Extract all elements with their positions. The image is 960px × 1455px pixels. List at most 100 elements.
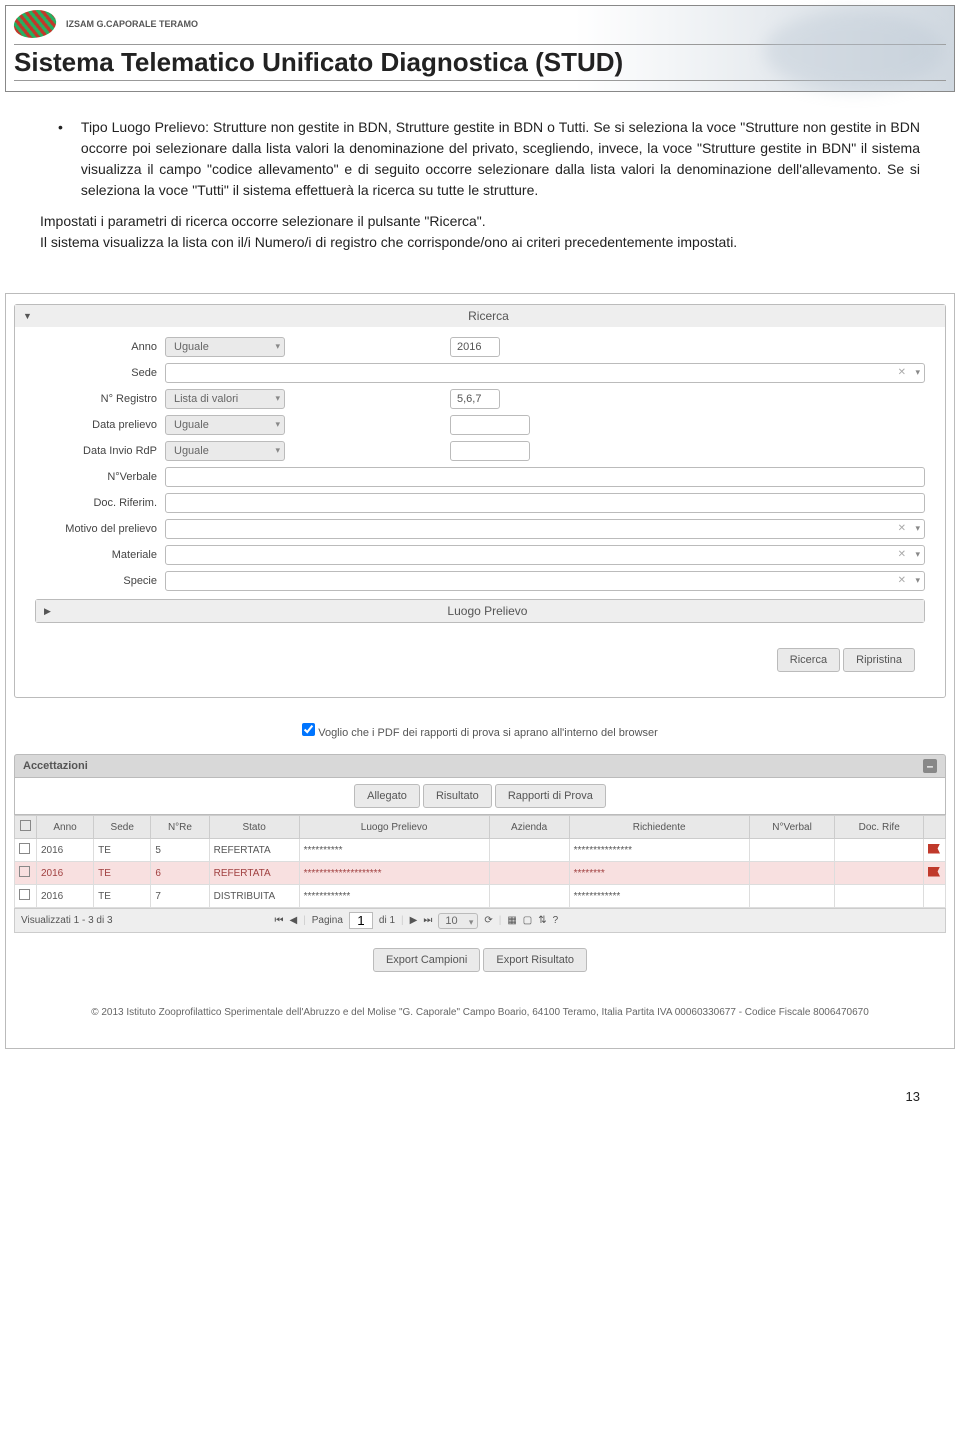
pager-refresh-icon[interactable]: ⟳ bbox=[484, 915, 492, 926]
bullet-item: • Tipo Luogo Prelievo: Strutture non ges… bbox=[40, 117, 920, 201]
col-sede[interactable]: Sede bbox=[94, 816, 151, 839]
pager-last-icon[interactable]: ⏭ bbox=[423, 915, 432, 926]
grid-header-row: Anno Sede N°Re Stato Luogo Prelievo Azie… bbox=[15, 816, 946, 839]
luogo-panel-title: Luogo Prelievo bbox=[59, 604, 916, 618]
bullet-dot: • bbox=[58, 117, 63, 201]
pager-next-icon[interactable]: ▶ bbox=[410, 915, 418, 926]
luogo-panel-header[interactable]: ▶ Luogo Prelievo bbox=[36, 600, 924, 622]
col-rich[interactable]: Richiedente bbox=[569, 816, 749, 839]
label-datap: Data prelievo bbox=[35, 419, 165, 431]
pager-pagesize[interactable]: 10 bbox=[438, 913, 478, 929]
row-checkbox[interactable] bbox=[19, 843, 30, 854]
header-bg-decor bbox=[764, 11, 944, 91]
ricerca-button[interactable]: Ricerca bbox=[777, 648, 840, 672]
grid-table: Anno Sede N°Re Stato Luogo Prelievo Azie… bbox=[14, 815, 946, 908]
paragraph-1: Impostati i parametri di ricerca occorre… bbox=[40, 211, 920, 232]
row-motivo: Motivo del prelievo ✕ ▾ bbox=[35, 519, 925, 539]
grid-header: Accettazioni – bbox=[14, 754, 946, 778]
pager-help-icon[interactable]: ? bbox=[553, 915, 559, 926]
pager-first-icon[interactable]: ⏮ bbox=[274, 915, 283, 926]
col-nreg[interactable]: N°Re bbox=[151, 816, 209, 839]
clear-icon[interactable]: ✕ bbox=[898, 367, 906, 378]
body-text: • Tipo Luogo Prelievo: Strutture non ges… bbox=[0, 97, 960, 273]
export-row: Export Campioni Export Risultato bbox=[14, 933, 946, 987]
input-doc[interactable] bbox=[165, 493, 925, 513]
pager-prev-icon[interactable]: ◀ bbox=[289, 915, 297, 926]
cell-luogo: ******************** bbox=[299, 862, 489, 885]
cell-sede: TE bbox=[94, 862, 151, 885]
col-luogo[interactable]: Luogo Prelievo bbox=[299, 816, 489, 839]
op-datai[interactable]: Uguale bbox=[165, 441, 285, 461]
label-doc: Doc. Riferim. bbox=[35, 497, 165, 509]
grid-toolbar: Allegato Risultato Rapporti di Prova bbox=[14, 778, 946, 815]
pager-vis: Visualizzati 1 - 3 di 3 bbox=[21, 915, 113, 926]
col-stato[interactable]: Stato bbox=[209, 816, 299, 839]
label-datai: Data Invio RdP bbox=[35, 445, 165, 457]
risultato-button[interactable]: Risultato bbox=[423, 784, 492, 808]
grid: Accettazioni – Allegato Risultato Rappor… bbox=[14, 754, 946, 933]
search-buttons: Ricerca Ripristina bbox=[35, 633, 925, 687]
ripristina-button[interactable]: Ripristina bbox=[843, 648, 915, 672]
collapse-icon[interactable]: – bbox=[923, 759, 937, 773]
chevron-down-icon[interactable]: ▾ bbox=[915, 367, 920, 378]
col-checkbox[interactable] bbox=[15, 816, 37, 839]
row-nreg: N° Registro Lista di valori 5,6,7 bbox=[35, 389, 925, 409]
col-nverb[interactable]: N°Verbal bbox=[749, 816, 835, 839]
col-azienda[interactable]: Azienda bbox=[489, 816, 569, 839]
input-motivo[interactable]: ✕ ▾ bbox=[165, 519, 925, 539]
table-row[interactable]: 2016TE5REFERTATA************************… bbox=[15, 839, 946, 862]
pager-tool-icon[interactable]: ⇅ bbox=[538, 915, 546, 926]
row-doc: Doc. Riferim. bbox=[35, 493, 925, 513]
col-anno[interactable]: Anno bbox=[37, 816, 94, 839]
row-checkbox[interactable] bbox=[19, 889, 30, 900]
cell-doc bbox=[835, 862, 924, 885]
clear-icon[interactable]: ✕ bbox=[898, 575, 906, 586]
input-datap[interactable] bbox=[450, 415, 530, 435]
search-panel-header[interactable]: ▼ Ricerca bbox=[15, 305, 945, 327]
table-row[interactable]: 2016TE6REFERTATA************************… bbox=[15, 862, 946, 885]
op-datap[interactable]: Uguale bbox=[165, 415, 285, 435]
label-materiale: Materiale bbox=[35, 549, 165, 561]
input-datai[interactable] bbox=[450, 441, 530, 461]
chevron-down-icon[interactable]: ▾ bbox=[915, 575, 920, 586]
input-anno[interactable]: 2016 bbox=[450, 337, 500, 357]
search-panel-body: Anno Uguale 2016 Sede ✕ ▾ N° Registro Li… bbox=[15, 327, 945, 697]
input-nreg[interactable]: 5,6,7 bbox=[450, 389, 500, 409]
pdf-checkbox[interactable] bbox=[302, 723, 315, 736]
col-doc[interactable]: Doc. Rife bbox=[835, 816, 924, 839]
cell-nreg: 6 bbox=[151, 862, 209, 885]
izsam-logo bbox=[12, 10, 59, 38]
cell-anno: 2016 bbox=[37, 862, 94, 885]
row-checkbox[interactable] bbox=[19, 866, 30, 877]
chevron-right-icon: ▶ bbox=[44, 606, 51, 617]
rapporti-button[interactable]: Rapporti di Prova bbox=[495, 784, 606, 808]
clear-icon[interactable]: ✕ bbox=[898, 523, 906, 534]
table-row[interactable]: 2016TE7DISTRIBUITA**********************… bbox=[15, 885, 946, 908]
label-specie: Specie bbox=[35, 575, 165, 587]
row-materiale: Materiale ✕ ▾ bbox=[35, 545, 925, 565]
export-campioni-button[interactable]: Export Campioni bbox=[373, 948, 480, 972]
clear-icon[interactable]: ✕ bbox=[898, 549, 906, 560]
chevron-down-icon[interactable]: ▾ bbox=[915, 523, 920, 534]
org-name: IZSAM G.CAPORALE TERAMO bbox=[66, 19, 198, 29]
op-nreg[interactable]: Lista di valori bbox=[165, 389, 285, 409]
label-anno: Anno bbox=[35, 341, 165, 353]
input-materiale[interactable]: ✕ ▾ bbox=[165, 545, 925, 565]
cell-doc bbox=[835, 885, 924, 908]
allegato-button[interactable]: Allegato bbox=[354, 784, 420, 808]
row-sede: Sede ✕ ▾ bbox=[35, 363, 925, 383]
pager-tool-icon[interactable]: ▢ bbox=[523, 915, 532, 926]
pager-tool-icon[interactable]: ▦ bbox=[507, 915, 516, 926]
export-risultato-button[interactable]: Export Risultato bbox=[483, 948, 587, 972]
input-sede[interactable]: ✕ ▾ bbox=[165, 363, 925, 383]
page-header: IZSAM G.CAPORALE TERAMO Sistema Telemati… bbox=[5, 5, 955, 92]
cell-stato: REFERTATA bbox=[209, 862, 299, 885]
pager-current-input[interactable] bbox=[349, 912, 373, 929]
cell-rich: ************ bbox=[569, 885, 749, 908]
op-anno[interactable]: Uguale bbox=[165, 337, 285, 357]
input-specie[interactable]: ✕ ▾ bbox=[165, 571, 925, 591]
chevron-down-icon[interactable]: ▾ bbox=[915, 549, 920, 560]
cell-stato: REFERTATA bbox=[209, 839, 299, 862]
input-nverb[interactable] bbox=[165, 467, 925, 487]
label-motivo: Motivo del prelievo bbox=[35, 523, 165, 535]
